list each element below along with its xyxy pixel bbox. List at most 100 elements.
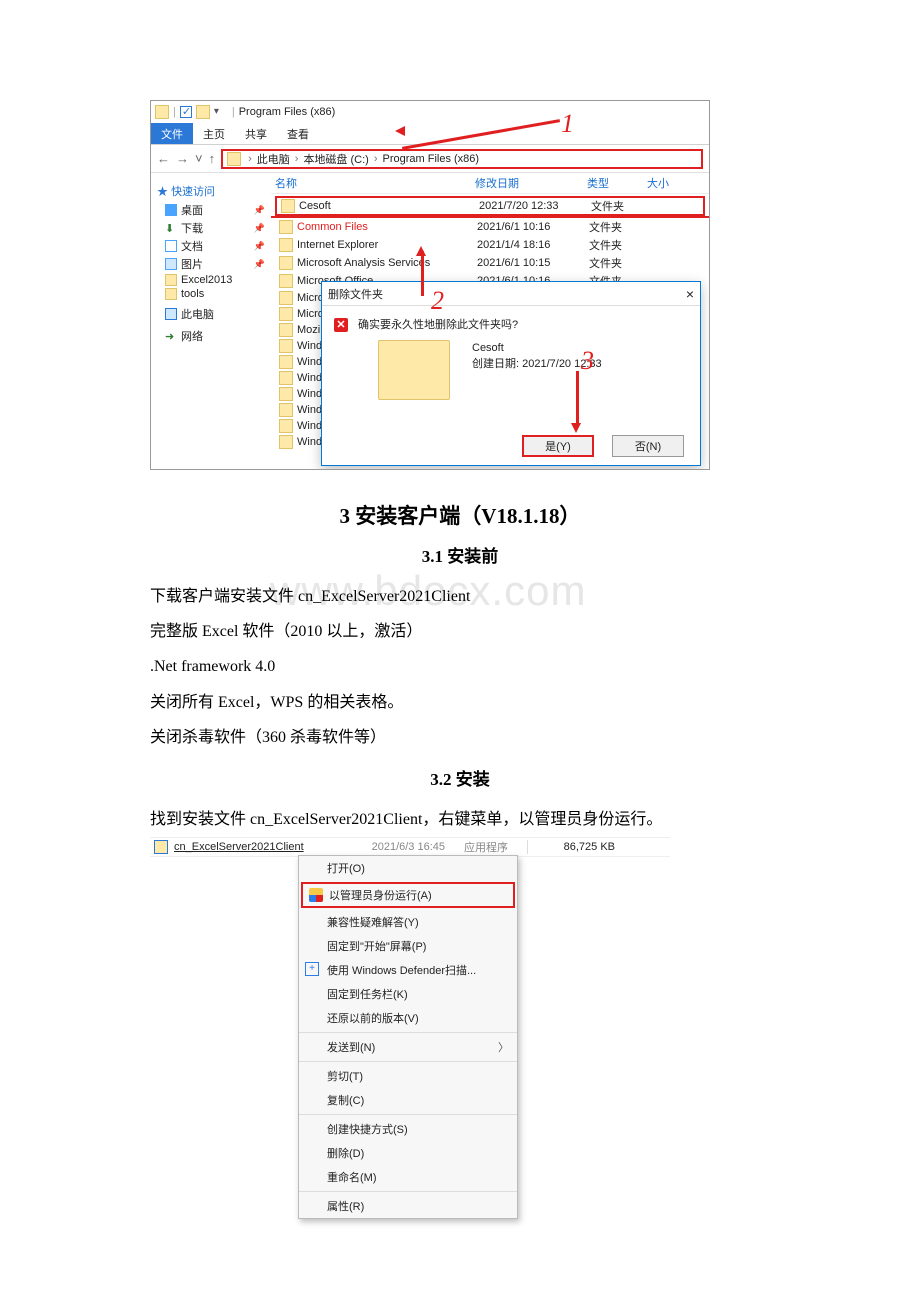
dialog-titlebar: 删除文件夹 × bbox=[322, 282, 700, 306]
folder-icon bbox=[279, 371, 293, 385]
folder-icon bbox=[279, 339, 293, 353]
table-row[interactable]: Internet Explorer2021/1/4 18:16文件夹 bbox=[271, 236, 709, 254]
cell-name: Cesoft bbox=[299, 200, 479, 212]
crumb-seg[interactable]: 此电脑 bbox=[255, 151, 292, 167]
folder-icon bbox=[279, 387, 293, 401]
menu-compat[interactable]: 兼容性疑难解答(Y) bbox=[299, 910, 517, 934]
col-date[interactable]: 修改日期 bbox=[475, 175, 587, 191]
sidebar-item[interactable]: tools bbox=[157, 287, 265, 301]
annotation-3: 3 bbox=[581, 346, 594, 376]
sidebar-network[interactable]: ➜网络 bbox=[157, 327, 265, 345]
paragraph: 关闭所有 Excel，WPS 的相关表格。 bbox=[150, 685, 770, 720]
titlebar: | ✓ | Program Files (x86) bbox=[151, 101, 709, 123]
qat-check-icon[interactable]: ✓ bbox=[180, 106, 192, 118]
defender-icon: + bbox=[305, 962, 319, 976]
col-type[interactable]: 类型 bbox=[587, 175, 647, 191]
back-button[interactable]: ← bbox=[157, 151, 170, 166]
tab-home[interactable]: 主页 bbox=[193, 123, 235, 144]
network-icon: ➜ bbox=[165, 330, 177, 342]
menu-delete[interactable]: 删除(D) bbox=[299, 1141, 517, 1165]
installer-file-row[interactable]: cn_ExcelServer2021Client 2021/6/3 16:45 … bbox=[150, 837, 670, 857]
sidebar-item[interactable]: Excel2013 bbox=[157, 273, 265, 287]
folder-icon bbox=[279, 291, 293, 305]
col-size[interactable]: 大小 bbox=[647, 175, 705, 191]
menu-rename[interactable]: 重命名(M) bbox=[299, 1165, 517, 1192]
menu-send-to[interactable]: 发送到(N)〉 bbox=[299, 1035, 517, 1062]
paragraph: 关闭杀毒软件（360 杀毒软件等） bbox=[150, 720, 770, 755]
quick-access-header[interactable]: ★ 快速访问 bbox=[157, 181, 265, 201]
sidebar-item[interactable]: 图片📌 bbox=[157, 255, 265, 273]
folder-icon bbox=[279, 256, 293, 270]
crumb-sep: › bbox=[371, 153, 381, 165]
crumb-seg[interactable]: 本地磁盘 (C:) bbox=[301, 151, 370, 167]
menu-pin-taskbar[interactable]: 固定到任务栏(K) bbox=[299, 982, 517, 1006]
yes-button[interactable]: 是(Y) bbox=[522, 435, 594, 457]
delete-folder-dialog: 删除文件夹 × ✕ 确实要永久性地删除此文件夹吗? Cesoft 创建日期: 2… bbox=[321, 281, 701, 466]
folder-icon bbox=[279, 419, 293, 433]
chevron-down-icon[interactable] bbox=[214, 105, 228, 119]
folder-icon bbox=[281, 199, 295, 213]
delete-x-icon: ✕ bbox=[334, 318, 348, 332]
crumb-seg[interactable]: Program Files (x86) bbox=[381, 153, 482, 165]
heading-2b: 3.2 安装 bbox=[150, 765, 770, 790]
sidebar-item[interactable]: 文档📌 bbox=[157, 237, 265, 255]
menu-create-shortcut[interactable]: 创建快捷方式(S) bbox=[299, 1117, 517, 1141]
menu-properties[interactable]: 属性(R) bbox=[299, 1194, 517, 1218]
folder-icon bbox=[279, 220, 293, 234]
document-icon bbox=[165, 240, 177, 252]
tab-view[interactable]: 查看 bbox=[277, 123, 319, 144]
arrow-3-head bbox=[571, 423, 581, 433]
arrow-1-head bbox=[395, 126, 405, 136]
arrow-2 bbox=[421, 251, 424, 296]
window-title: Program Files (x86) bbox=[239, 106, 336, 118]
pin-icon: 📌 bbox=[254, 259, 265, 270]
menu-cut[interactable]: 剪切(T) bbox=[299, 1064, 517, 1088]
cell-type: 文件夹 bbox=[591, 198, 651, 214]
menu-defender-scan[interactable]: +使用 Windows Defender扫描... bbox=[299, 958, 517, 982]
col-name[interactable]: 名称 bbox=[275, 175, 475, 191]
column-headers[interactable]: 名称 修改日期 类型 大小 bbox=[271, 173, 709, 194]
folder-icon bbox=[165, 274, 177, 286]
dialog-title: 删除文件夹 bbox=[328, 286, 383, 302]
qat-sep: | bbox=[232, 106, 235, 118]
table-row[interactable]: Common Files2021/6/1 10:16文件夹 bbox=[271, 216, 709, 236]
menu-copy[interactable]: 复制(C) bbox=[299, 1088, 517, 1115]
pin-icon: 📌 bbox=[254, 241, 265, 252]
close-button[interactable]: × bbox=[686, 286, 694, 302]
arrow-3 bbox=[576, 371, 579, 426]
no-button[interactable]: 否(N) bbox=[612, 435, 684, 457]
download-icon: ⬇ bbox=[165, 222, 177, 234]
file-type: 应用程序 bbox=[451, 839, 521, 855]
menu-run-as-admin[interactable]: 以管理员身份运行(A) bbox=[301, 882, 515, 908]
annotation-1: 1 bbox=[561, 109, 574, 139]
pc-icon bbox=[165, 308, 177, 320]
sidebar-item[interactable]: ⬇下载📌 bbox=[157, 219, 265, 237]
sidebar-this-pc[interactable]: 此电脑 bbox=[157, 305, 265, 323]
table-row[interactable]: Microsoft Analysis Services2021/6/1 10:1… bbox=[271, 254, 709, 272]
row-cesoft[interactable]: Cesoft 2021/7/20 12:33 文件夹 bbox=[275, 196, 705, 216]
folder-icon bbox=[227, 152, 241, 166]
forward-button[interactable]: → bbox=[176, 151, 189, 166]
app-icon bbox=[154, 840, 168, 854]
folder-icon bbox=[279, 307, 293, 321]
menu-open[interactable]: 打开(O) bbox=[299, 856, 517, 880]
heading-2a: 3.1 安装前 bbox=[150, 542, 770, 567]
folder-icon bbox=[279, 435, 293, 449]
menu-restore-version[interactable]: 还原以前的版本(V) bbox=[299, 1006, 517, 1033]
folder-icon[interactable] bbox=[196, 105, 210, 119]
chevron-right-icon: 〉 bbox=[498, 1039, 509, 1055]
pin-icon: 📌 bbox=[254, 223, 265, 234]
paragraph: 完整版 Excel 软件（2010 以上，激活） bbox=[150, 614, 770, 649]
tab-share[interactable]: 共享 bbox=[235, 123, 277, 144]
tab-file[interactable]: 文件 bbox=[151, 123, 193, 144]
menu-pin-start[interactable]: 固定到"开始"屏幕(P) bbox=[299, 934, 517, 958]
file-name: cn_ExcelServer2021Client bbox=[174, 841, 329, 853]
up-button[interactable]: ↑ bbox=[209, 151, 216, 166]
shield-icon bbox=[309, 888, 323, 902]
breadcrumb[interactable]: › 此电脑 › 本地磁盘 (C:) › Program Files (x86) bbox=[221, 149, 703, 169]
picture-icon bbox=[165, 258, 177, 270]
paragraph: 找到安装文件 cn_ExcelServer2021Client，右键菜单，以管理… bbox=[150, 802, 770, 837]
address-bar: ← → ˅ ↑ › 此电脑 › 本地磁盘 (C:) › Program File… bbox=[151, 145, 709, 173]
history-dropdown[interactable]: ˅ bbox=[195, 151, 203, 166]
sidebar-item[interactable]: 桌面📌 bbox=[157, 201, 265, 219]
